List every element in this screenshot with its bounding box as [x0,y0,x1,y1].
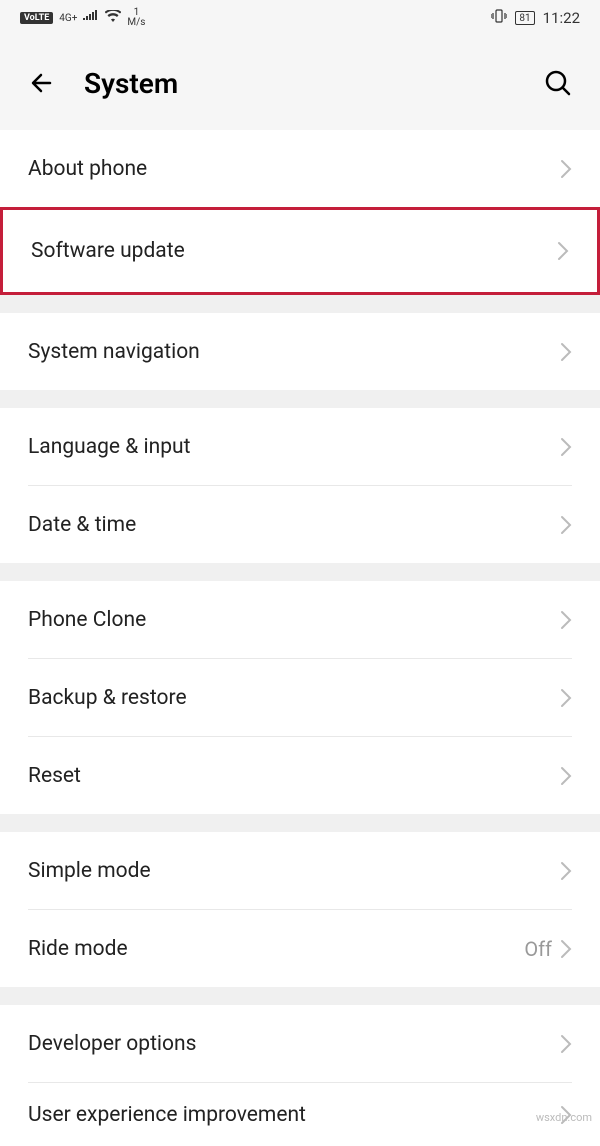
row-label: Backup & restore [28,686,560,710]
section-modes: Simple mode Ride mode Off [0,832,600,987]
chevron-right-icon [560,159,572,179]
row-label: About phone [28,157,560,181]
row-value: Off [524,937,552,961]
row-phone-clone[interactable]: Phone Clone [0,581,600,658]
section-developer: Developer options User experience improv… [0,1005,600,1146]
speed-indicator: 1 M/s [127,8,145,28]
row-label: Date & time [28,513,560,537]
page-title: System [84,67,516,100]
row-developer-options[interactable]: Developer options [0,1005,600,1082]
row-label: Ride mode [28,937,524,961]
watermark: wsxdn.com [536,1111,592,1124]
chevron-right-icon [560,1034,572,1054]
section-navigation: System navigation [0,313,600,390]
section-backup: Phone Clone Backup & restore Reset [0,581,600,814]
row-label: System navigation [28,340,560,364]
back-button[interactable] [26,67,58,99]
search-button[interactable] [542,67,574,99]
status-bar: VoLTE 4G+ 1 M/s 81 11:22 [0,0,600,36]
row-system-navigation[interactable]: System navigation [0,313,600,390]
battery-indicator: 81 [515,11,534,25]
row-label: Developer options [28,1032,560,1056]
row-user-experience[interactable]: User experience improvement [0,1083,600,1146]
chevron-right-icon [560,766,572,786]
row-date-time[interactable]: Date & time [0,486,600,563]
row-label: User experience improvement [28,1103,560,1127]
row-language-input[interactable]: Language & input [0,408,600,485]
network-indicator: 4G+ [59,13,77,24]
chevron-right-icon [560,861,572,881]
row-software-update[interactable]: Software update [0,207,600,295]
header: System [0,36,600,130]
status-left: VoLTE 4G+ 1 M/s [20,8,145,28]
row-about-phone[interactable]: About phone [0,130,600,207]
chevron-right-icon [560,610,572,630]
row-ride-mode[interactable]: Ride mode Off [0,910,600,987]
chevron-right-icon [557,241,569,261]
row-label: Reset [28,764,560,788]
row-reset[interactable]: Reset [0,737,600,814]
chevron-right-icon [560,437,572,457]
row-label: Simple mode [28,859,560,883]
status-right: 81 11:22 [491,9,580,27]
row-label: Phone Clone [28,608,560,632]
search-icon [544,69,572,97]
row-backup-restore[interactable]: Backup & restore [0,659,600,736]
volte-badge: VoLTE [20,12,53,24]
signal-icon [83,10,99,26]
row-label: Software update [31,239,557,263]
clock: 11:22 [543,9,580,27]
chevron-right-icon [560,688,572,708]
chevron-right-icon [560,939,572,959]
back-arrow-icon [28,69,56,97]
row-simple-mode[interactable]: Simple mode [0,832,600,909]
wifi-icon [105,10,121,26]
row-label: Language & input [28,435,560,459]
settings-list: About phone Software update System navig… [0,130,600,1146]
vibrate-icon [491,9,507,27]
chevron-right-icon [560,515,572,535]
section-about: About phone Software update [0,130,600,295]
section-locale: Language & input Date & time [0,408,600,563]
chevron-right-icon [560,342,572,362]
